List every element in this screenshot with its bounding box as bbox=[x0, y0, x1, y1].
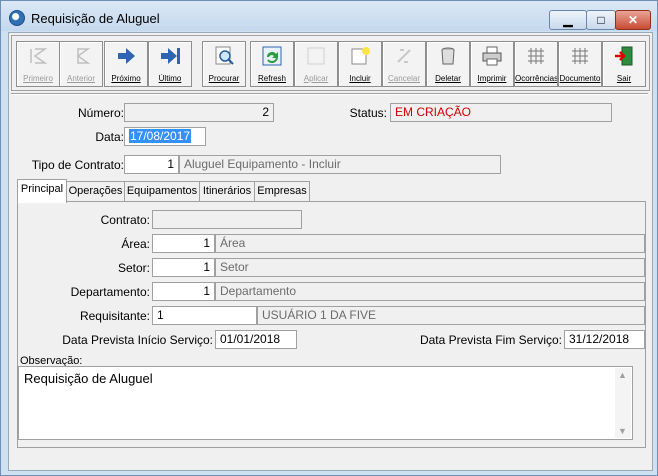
scroll-down-icon[interactable]: ▼ bbox=[618, 426, 627, 436]
tab-operacoes[interactable]: Operações bbox=[66, 181, 125, 202]
observacao-text: Requisição de Aluguel bbox=[24, 371, 153, 386]
data-field[interactable]: 17/08/2017 bbox=[124, 127, 206, 146]
setor-description: Setor bbox=[215, 258, 645, 277]
printer-icon bbox=[482, 46, 502, 66]
area-description: Área bbox=[215, 234, 645, 253]
cancel-button-label: Cancelar bbox=[387, 74, 420, 83]
delete-button-label: Deletar bbox=[435, 74, 461, 83]
exit-button-label: Sair bbox=[616, 74, 632, 83]
fim-label: Data Prevista Fim Serviço: bbox=[419, 333, 562, 347]
cancel-icon bbox=[397, 49, 411, 63]
departamento-code-field[interactable]: 1 bbox=[152, 282, 215, 301]
last-button[interactable]: Último bbox=[148, 41, 192, 87]
form-client-area: Primeiro Anterior Próximo Último Procura… bbox=[8, 32, 653, 471]
tipo-contrato-code-field[interactable]: 1 bbox=[124, 155, 179, 174]
app-window: Requisição de Aluguel ▁ □ ✕ Primeiro Ant… bbox=[0, 0, 658, 476]
next-record-icon bbox=[118, 48, 135, 64]
toolbar: Primeiro Anterior Próximo Último Procura… bbox=[11, 35, 650, 91]
last-record-icon bbox=[161, 48, 180, 64]
tab-principal[interactable]: Principal bbox=[17, 179, 67, 203]
close-button[interactable]: ✕ bbox=[615, 10, 651, 30]
minimize-button[interactable]: ▁ bbox=[549, 10, 587, 30]
tipo-contrato-description: Aluguel Equipamento - Incluir bbox=[179, 155, 501, 174]
data-label: Data: bbox=[95, 130, 124, 144]
print-button[interactable]: Imprimir bbox=[470, 41, 514, 87]
next-button-label: Próximo bbox=[111, 74, 141, 83]
search-button-label: Procurar bbox=[208, 74, 240, 83]
grid-icon bbox=[572, 48, 588, 64]
setor-label: Setor: bbox=[117, 261, 150, 275]
apply-button[interactable]: Aplicar bbox=[294, 41, 338, 87]
data-field-value: 17/08/2017 bbox=[129, 129, 192, 143]
exit-door-icon bbox=[615, 46, 633, 66]
document-button[interactable]: Documento bbox=[558, 41, 602, 87]
departamento-label: Departamento: bbox=[70, 285, 150, 299]
occurrences-button[interactable]: Ocorrências bbox=[514, 41, 558, 87]
close-icon: ✕ bbox=[627, 13, 639, 27]
print-button-label: Imprimir bbox=[477, 74, 507, 83]
numero-field[interactable]: 2 bbox=[124, 103, 274, 122]
delete-button[interactable]: Deletar bbox=[426, 41, 470, 87]
status-label: Status: bbox=[349, 106, 387, 120]
previous-button[interactable]: Anterior bbox=[59, 41, 103, 87]
departamento-description: Departamento bbox=[215, 282, 645, 301]
apply-icon bbox=[307, 47, 325, 65]
contrato-field[interactable] bbox=[152, 210, 302, 229]
inicio-label: Data Prevista Início Serviço: bbox=[62, 333, 213, 347]
window-title: Requisição de Aluguel bbox=[31, 11, 160, 26]
new-record-icon bbox=[351, 47, 370, 65]
requisitante-code-field[interactable]: 1 bbox=[152, 306, 257, 325]
next-button[interactable]: Próximo bbox=[104, 41, 148, 87]
refresh-button[interactable]: Refresh bbox=[250, 41, 294, 87]
inicio-date-field[interactable]: 01/01/2018 bbox=[215, 330, 297, 349]
requisitante-label: Requisitante: bbox=[79, 309, 150, 323]
refresh-icon bbox=[262, 46, 282, 66]
document-button-label: Documento bbox=[559, 74, 601, 83]
setor-code-field[interactable]: 1 bbox=[152, 258, 215, 277]
occurrences-button-label: Ocorrências bbox=[515, 74, 557, 83]
status-field: EM CRIAÇÃO bbox=[390, 103, 612, 122]
tab-empresas[interactable]: Empresas bbox=[254, 181, 310, 202]
apply-button-label: Aplicar bbox=[303, 74, 329, 83]
maximize-icon: □ bbox=[597, 13, 605, 27]
memo-scrollbar[interactable]: ▲ ▼ bbox=[615, 368, 631, 438]
previous-button-label: Anterior bbox=[66, 74, 95, 83]
previous-record-icon bbox=[76, 48, 91, 64]
title-bar[interactable]: Requisição de Aluguel ▁ □ ✕ bbox=[1, 1, 657, 31]
area-label: Área: bbox=[121, 237, 150, 251]
fim-date-field[interactable]: 31/12/2018 bbox=[564, 330, 645, 349]
search-icon bbox=[215, 46, 234, 65]
first-button[interactable]: Primeiro bbox=[16, 41, 60, 87]
maximize-button[interactable]: □ bbox=[586, 10, 616, 30]
app-icon bbox=[9, 10, 25, 26]
cancel-button[interactable]: Cancelar bbox=[382, 41, 426, 87]
new-button-label: Incluir bbox=[349, 74, 371, 83]
refresh-button-label: Refresh bbox=[257, 74, 286, 83]
first-button-label: Primeiro bbox=[23, 74, 53, 83]
trash-icon bbox=[441, 47, 455, 65]
minimize-icon: ▁ bbox=[563, 13, 573, 27]
first-record-icon bbox=[30, 48, 48, 64]
toolbar-divider bbox=[11, 93, 648, 95]
requisitante-description: USUÁRIO 1 DA FIVE bbox=[257, 306, 645, 325]
tab-equipamentos[interactable]: Equipamentos bbox=[124, 181, 200, 202]
contrato-label: Contrato: bbox=[100, 213, 150, 227]
tipo-contrato-label: Tipo de Contrato: bbox=[31, 158, 124, 172]
area-code-field[interactable]: 1 bbox=[152, 234, 215, 253]
search-button[interactable]: Procurar bbox=[202, 41, 246, 87]
new-button[interactable]: Incluir bbox=[338, 41, 382, 87]
grid-icon bbox=[528, 48, 544, 64]
tab-itinerarios[interactable]: Itinerários bbox=[199, 181, 255, 202]
numero-label: Número: bbox=[77, 106, 124, 120]
scroll-up-icon[interactable]: ▲ bbox=[618, 370, 627, 380]
observacao-memo[interactable]: Requisição de Aluguel ▲ ▼ bbox=[18, 366, 633, 440]
exit-button[interactable]: Sair bbox=[602, 41, 646, 87]
last-button-label: Último bbox=[158, 74, 182, 83]
